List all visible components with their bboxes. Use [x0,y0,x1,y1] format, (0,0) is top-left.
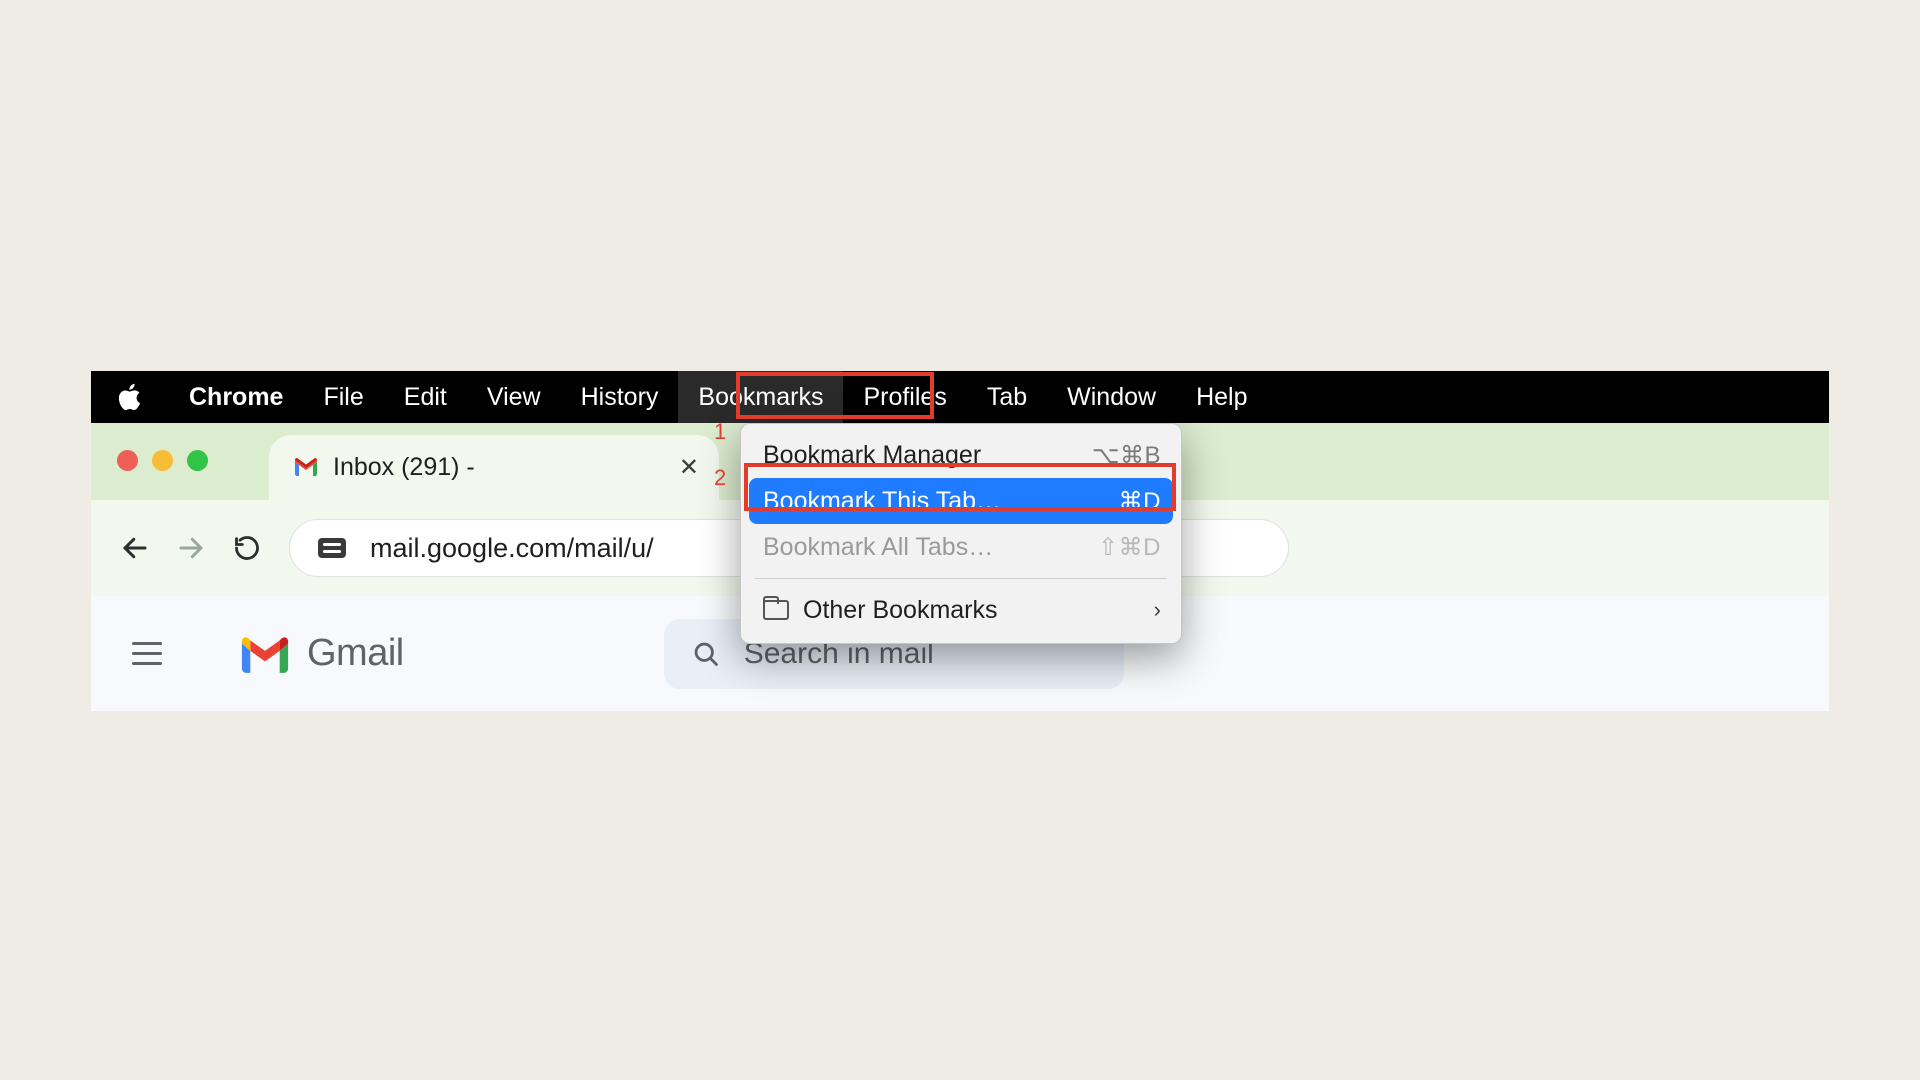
menubar-item-profiles[interactable]: Profiles [843,371,966,423]
site-settings-icon[interactable] [318,538,346,558]
gmail-logo[interactable]: Gmail [237,632,404,675]
menubar-item-window[interactable]: Window [1047,371,1176,423]
address-url: mail.google.com/mail/u/ [370,533,654,564]
window-close-button[interactable] [117,450,138,471]
window-traffic-lights [117,450,208,471]
forward-button[interactable] [163,520,219,576]
screenshot-stage: Chrome File Edit View History Bookmarks … [91,371,1829,711]
menubar-item-edit[interactable]: Edit [384,371,467,423]
back-button[interactable] [107,520,163,576]
gmail-brand-text: Gmail [307,632,404,675]
browser-tab-active[interactable]: Inbox (291) - ✕ [269,435,719,500]
chevron-right-icon: › [1154,597,1161,623]
menu-other-bookmarks[interactable]: Other Bookmarks › [741,587,1181,633]
menubar-item-file[interactable]: File [303,371,383,423]
menubar-item-chrome[interactable]: Chrome [169,371,303,423]
menu-bookmark-this-tab[interactable]: Bookmark This Tab… ⌘D [749,478,1173,524]
macos-menubar: Chrome File Edit View History Bookmarks … [91,371,1829,423]
menu-bookmark-manager[interactable]: Bookmark Manager ⌥⌘B [741,432,1181,478]
bookmarks-dropdown: Bookmark Manager ⌥⌘B Bookmark This Tab… … [740,423,1182,644]
folder-icon [763,600,789,620]
tab-close-icon[interactable]: ✕ [679,453,699,482]
search-icon [692,640,720,668]
main-menu-button[interactable] [115,622,179,686]
window-minimize-button[interactable] [152,450,173,471]
reload-button[interactable] [219,520,275,576]
shortcut-text: ⌘D [1119,487,1161,516]
menubar-item-help[interactable]: Help [1176,371,1267,423]
menu-bookmark-all-tabs: Bookmark All Tabs… ⇧⌘D [741,524,1181,570]
menubar-item-tab[interactable]: Tab [967,371,1047,423]
tab-title: Inbox (291) - [333,453,475,482]
menubar-item-bookmarks[interactable]: Bookmarks [678,371,843,423]
shortcut-text: ⌥⌘B [1092,441,1161,470]
menubar-item-view[interactable]: View [467,371,561,423]
menubar-item-history[interactable]: History [561,371,679,423]
shortcut-text: ⇧⌘D [1098,533,1161,562]
gmail-favicon-icon [293,455,319,481]
window-zoom-button[interactable] [187,450,208,471]
apple-menu-icon[interactable] [117,383,141,411]
menu-separator [755,578,1167,579]
